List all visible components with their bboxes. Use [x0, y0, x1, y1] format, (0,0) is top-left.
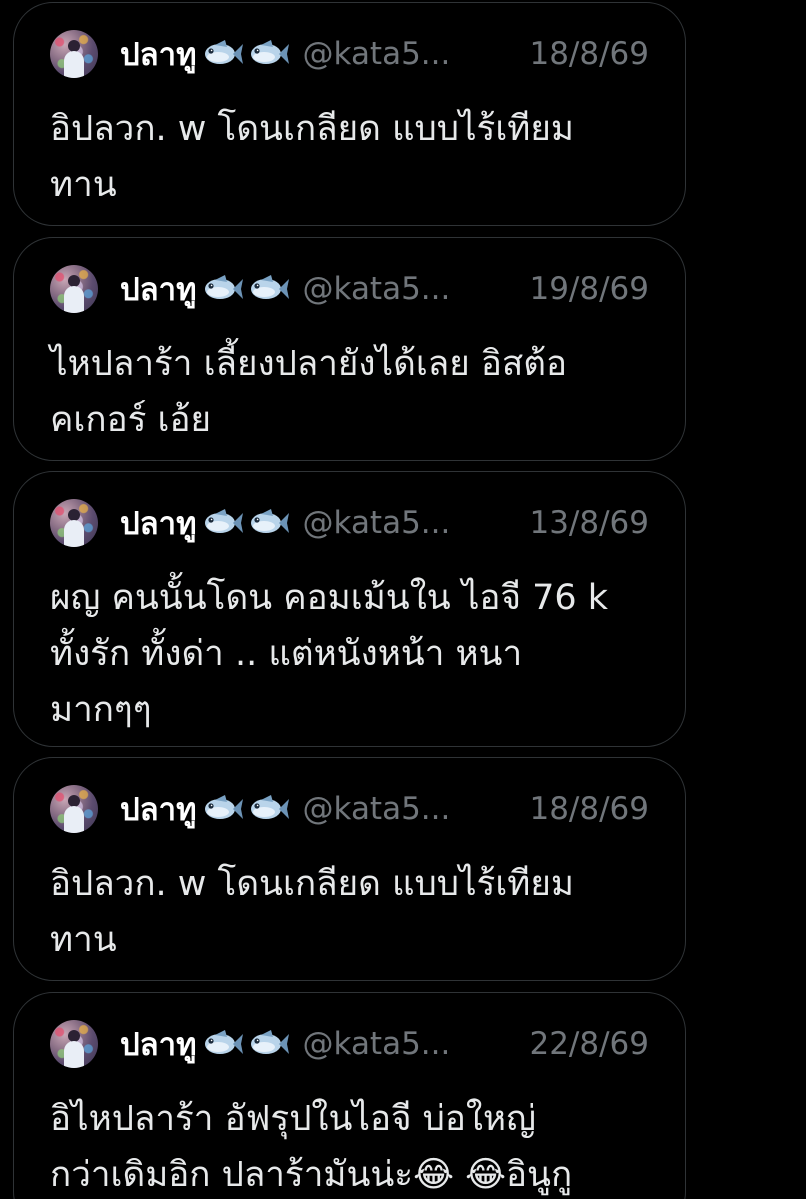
avatar[interactable] [50, 1020, 98, 1068]
post-text: อิไหปลาร้า อัฟรุปในไอจี บ่อใหญ่ กว่าเดิม… [50, 1099, 573, 1195]
fish-icon [201, 793, 243, 825]
avatar[interactable] [50, 499, 98, 547]
post-card[interactable]: ปลาทู @kata5... 22/8/69 อิไหปลาร้า อัฟรุ… [13, 992, 686, 1199]
display-name[interactable]: ปลาทู [120, 784, 197, 834]
post-feed: ปลาทู @kata5... 18/8/69 อิปลวก. w โดนเกล… [0, 0, 806, 1199]
post-text: อิปลวก. w โดนเกลียด แบบไร้เทียม ทาน [50, 109, 574, 205]
user-handle[interactable]: @kata5... [303, 791, 451, 827]
user-handle[interactable]: @kata5... [303, 505, 451, 541]
post-card[interactable]: ปลาทู @kata5... 18/8/69 อิปลวก. w โดนเกล… [13, 757, 686, 981]
post-header: ปลาทู @kata5... 18/8/69 [50, 784, 649, 834]
post-header: ปลาทู @kata5... 13/8/69 [50, 498, 649, 548]
post-text: ผญ คนนั้นโดน คอมเม้นใน ไอจี 76 k ทั้งรัก… [50, 578, 609, 730]
post-header: ปลาทู @kata5... 19/8/69 [50, 264, 649, 314]
display-name[interactable]: ปลาทู [120, 264, 197, 314]
fish-icon [247, 1028, 289, 1060]
post-date[interactable]: 19/8/69 [529, 271, 649, 307]
fish-icon [201, 273, 243, 305]
post-date[interactable]: 22/8/69 [529, 1026, 649, 1062]
user-handle[interactable]: @kata5... [303, 271, 451, 307]
fish-icon [201, 507, 243, 539]
fish-icon [201, 1028, 243, 1060]
avatar[interactable] [50, 785, 98, 833]
avatar[interactable] [50, 30, 98, 78]
post-date[interactable]: 18/8/69 [529, 791, 649, 827]
post-header: ปลาทู @kata5... 22/8/69 [50, 1019, 649, 1069]
display-name[interactable]: ปลาทู [120, 29, 197, 79]
post-card[interactable]: ปลาทู @kata5... 19/8/69 ไหปลาร้า เลี้ยงป… [13, 237, 686, 461]
fish-icon [247, 273, 289, 305]
user-handle[interactable]: @kata5... [303, 1026, 451, 1062]
user-handle[interactable]: @kata5... [303, 36, 451, 72]
post-date[interactable]: 18/8/69 [529, 36, 649, 72]
fish-icon [201, 38, 243, 70]
fish-icon [247, 38, 289, 70]
fish-icon [247, 507, 289, 539]
fish-icon [247, 793, 289, 825]
post-text: ไหปลาร้า เลี้ยงปลายังได้เลย อิสต้อ คเกอร… [50, 344, 568, 440]
avatar[interactable] [50, 265, 98, 313]
post-date[interactable]: 13/8/69 [529, 505, 649, 541]
post-text: อิปลวก. w โดนเกลียด แบบไร้เทียม ทาน [50, 864, 574, 960]
display-name[interactable]: ปลาทู [120, 498, 197, 548]
post-card[interactable]: ปลาทู @kata5... 18/8/69 อิปลวก. w โดนเกล… [13, 2, 686, 226]
post-header: ปลาทู @kata5... 18/8/69 [50, 29, 649, 79]
display-name[interactable]: ปลาทู [120, 1019, 197, 1069]
post-card[interactable]: ปลาทู @kata5... 13/8/69 ผญ คนนั้นโดน คอม… [13, 471, 686, 747]
